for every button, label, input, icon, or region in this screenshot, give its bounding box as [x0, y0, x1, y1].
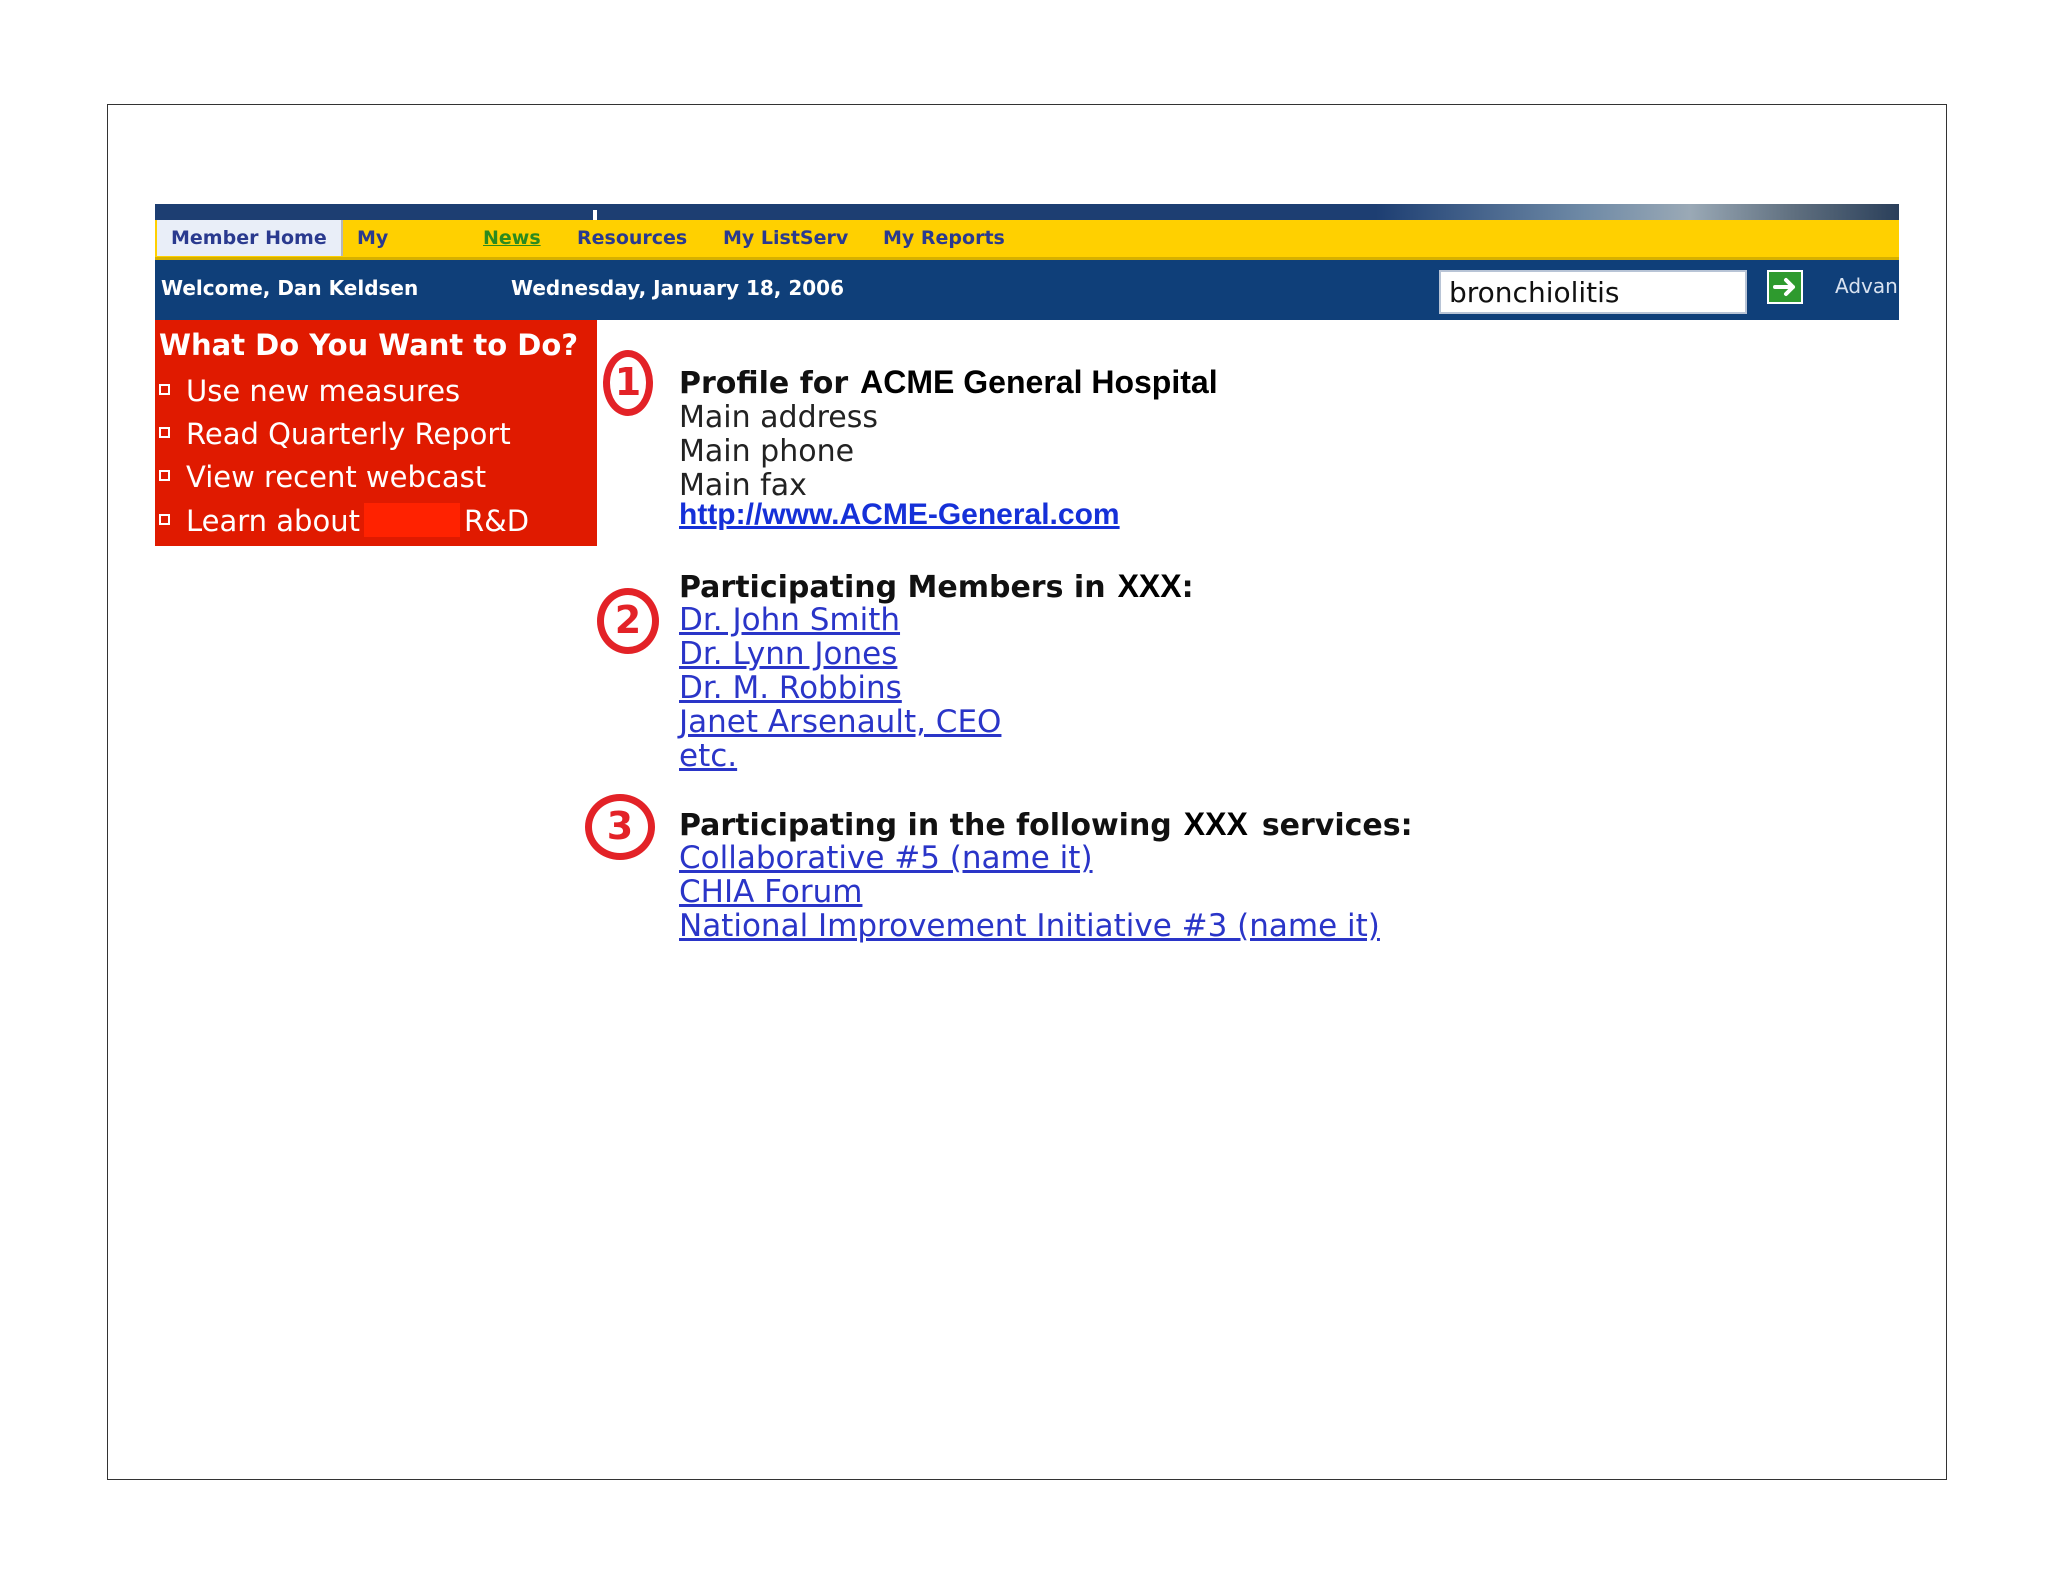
advanced-search-link[interactable]: Advan — [1835, 274, 1899, 298]
profile-heading: Profile for ACME General Hospital — [679, 364, 1218, 401]
annotation-number-1: 1 — [603, 350, 653, 416]
service-link[interactable]: Collaborative #5 (name it) — [679, 840, 1093, 876]
main-address: Main address — [679, 400, 879, 435]
tab-my-listserv[interactable]: My ListServ — [723, 220, 848, 256]
banner-mark — [593, 210, 597, 220]
redaction-box — [363, 503, 460, 537]
main-nav: Member Home My News Resources My ListSer… — [155, 220, 1899, 260]
members-org-placeholder: XXX — [1117, 568, 1182, 604]
members-heading: Participating Members in XXX: — [679, 568, 1194, 605]
tab-member-home[interactable]: Member Home — [157, 220, 343, 256]
services-heading-label: Participating in the following — [679, 808, 1172, 843]
member-link-etc[interactable]: etc. — [679, 738, 737, 774]
square-bullet-icon — [159, 514, 170, 525]
sidebar-item-label: Use new measures — [186, 374, 461, 408]
welcome-greeting: Welcome, Dan Keldsen — [161, 276, 419, 300]
services-org-placeholder: XXX — [1183, 806, 1248, 842]
service-link[interactable]: National Improvement Initiative #3 (name… — [679, 908, 1380, 944]
member-link[interactable]: Dr. John Smith — [679, 602, 900, 638]
what-do-you-want-panel: What Do You Want to Do? Use new measures… — [155, 320, 597, 546]
tab-my[interactable]: My — [357, 220, 388, 256]
search-go-button[interactable] — [1767, 270, 1803, 304]
main-phone: Main phone — [679, 434, 855, 469]
arrow-right-icon — [1773, 278, 1795, 296]
portal-page: Member Home My News Resources My ListSer… — [155, 204, 1899, 964]
sidebar-item-use-new-measures[interactable]: Use new measures — [159, 374, 460, 414]
sidebar-item-learn-about-rd[interactable]: Learn about R&D — [159, 503, 529, 543]
square-bullet-icon — [159, 470, 170, 481]
sidebar-item-read-quarterly-report[interactable]: Read Quarterly Report — [159, 417, 511, 457]
annotation-number-2: 2 — [597, 588, 659, 654]
members-heading-suffix: : — [1181, 570, 1194, 605]
tab-resources[interactable]: Resources — [577, 220, 687, 256]
square-bullet-icon — [159, 384, 170, 395]
profile-org-name: ACME General Hospital — [860, 364, 1218, 400]
square-bullet-icon — [159, 427, 170, 438]
member-link[interactable]: Janet Arsenault, CEO — [679, 704, 1001, 740]
sidebar-item-label: View recent webcast — [186, 460, 487, 494]
website-link[interactable]: http://www.ACME-General.com — [679, 498, 1120, 532]
profile-heading-label: Profile for — [679, 366, 849, 401]
tab-my-reports[interactable]: My Reports — [883, 220, 1005, 256]
member-link[interactable]: Dr. Lynn Jones — [679, 636, 897, 672]
top-banner — [155, 204, 1899, 220]
services-heading-suffix: services: — [1261, 808, 1413, 843]
services-heading: Participating in the following XXX service… — [679, 806, 1413, 843]
tab-news[interactable]: News — [483, 220, 541, 256]
members-heading-label: Participating Members in — [679, 570, 1106, 605]
service-link[interactable]: CHIA Forum — [679, 874, 862, 910]
current-date: Wednesday, January 18, 2006 — [511, 276, 845, 300]
sidebar-title: What Do You Want to Do? — [159, 328, 579, 362]
sidebar-item-label: Learn about — [186, 504, 360, 538]
member-link[interactable]: Dr. M. Robbins — [679, 670, 902, 706]
welcome-bar: Welcome, Dan Keldsen Wednesday, January … — [155, 260, 1899, 320]
sidebar-item-label: Read Quarterly Report — [186, 417, 511, 451]
sidebar-item-label-suffix: R&D — [463, 504, 530, 538]
sidebar-item-view-recent-webcast[interactable]: View recent webcast — [159, 460, 486, 500]
annotation-number-3: 3 — [585, 794, 655, 860]
search-input[interactable] — [1439, 270, 1747, 314]
